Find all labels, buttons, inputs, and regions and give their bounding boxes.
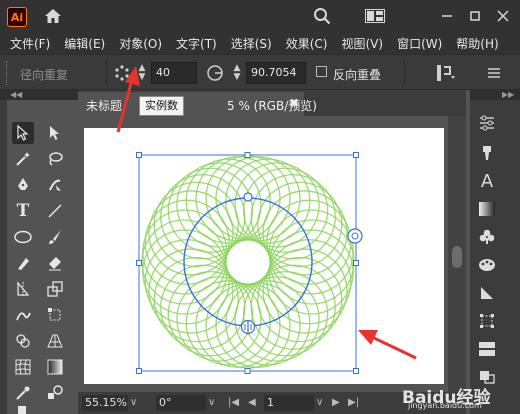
zoom-field[interactable]: 55.15% [82,395,128,411]
instances-widget-icon [347,228,363,244]
bounding-box-handle [244,152,251,158]
last-artboard-icon[interactable]: ▶| [348,395,359,411]
bounding-box-handle [353,260,359,266]
bounding-box-handle [136,260,142,266]
tooltip: 实例数 [139,96,184,116]
bounding-box-handle [244,368,251,374]
symbols-panel-icon[interactable] [476,226,498,248]
properties-panel-icon[interactable] [476,112,498,134]
scrollbar-thumb[interactable] [452,246,462,268]
radial-repeat-artwork[interactable] [0,0,520,414]
color-guide-panel-icon[interactable] [476,254,498,276]
zoom-dropdown-icon[interactable]: ∨ [130,395,137,411]
brushes-panel-icon[interactable] [476,142,498,164]
image-trace-panel-icon[interactable] [476,282,498,304]
first-artboard-icon[interactable]: |◀ [228,395,239,411]
radial-repeat-path [183,197,313,327]
bounding-box-handle [353,152,359,158]
bounding-box-handle [136,368,142,374]
next-artboard-icon[interactable]: ▶ [332,395,340,411]
radial-repeat-rings [141,155,355,369]
bounding-box-handle [136,152,142,158]
bounding-box-handle [353,368,359,374]
annotation-arrow-up [116,66,140,133]
rotation-dropdown-icon[interactable]: ∨ [208,395,215,411]
vertical-scrollbar[interactable] [448,116,466,392]
rotation-field[interactable]: 0° [156,395,206,411]
watermark-url: jingyan.baidu.com [408,401,482,410]
radius-handle [243,192,253,202]
artboard-dropdown-icon[interactable]: ∨ [316,395,323,411]
previous-artboard-icon[interactable]: ◀ [248,395,256,411]
split-handle-icon [240,319,256,335]
libraries-panel-icon[interactable] [476,338,498,360]
right-panel-dock: A [470,100,520,414]
artboard-number-field[interactable]: 1 [264,395,314,411]
transform-panel-icon[interactable] [476,310,498,332]
annotation-arrow-corner [358,330,417,360]
character-panel-icon[interactable]: A [476,170,498,192]
gradient-panel-icon[interactable] [476,198,498,220]
selection-handles [136,152,359,374]
